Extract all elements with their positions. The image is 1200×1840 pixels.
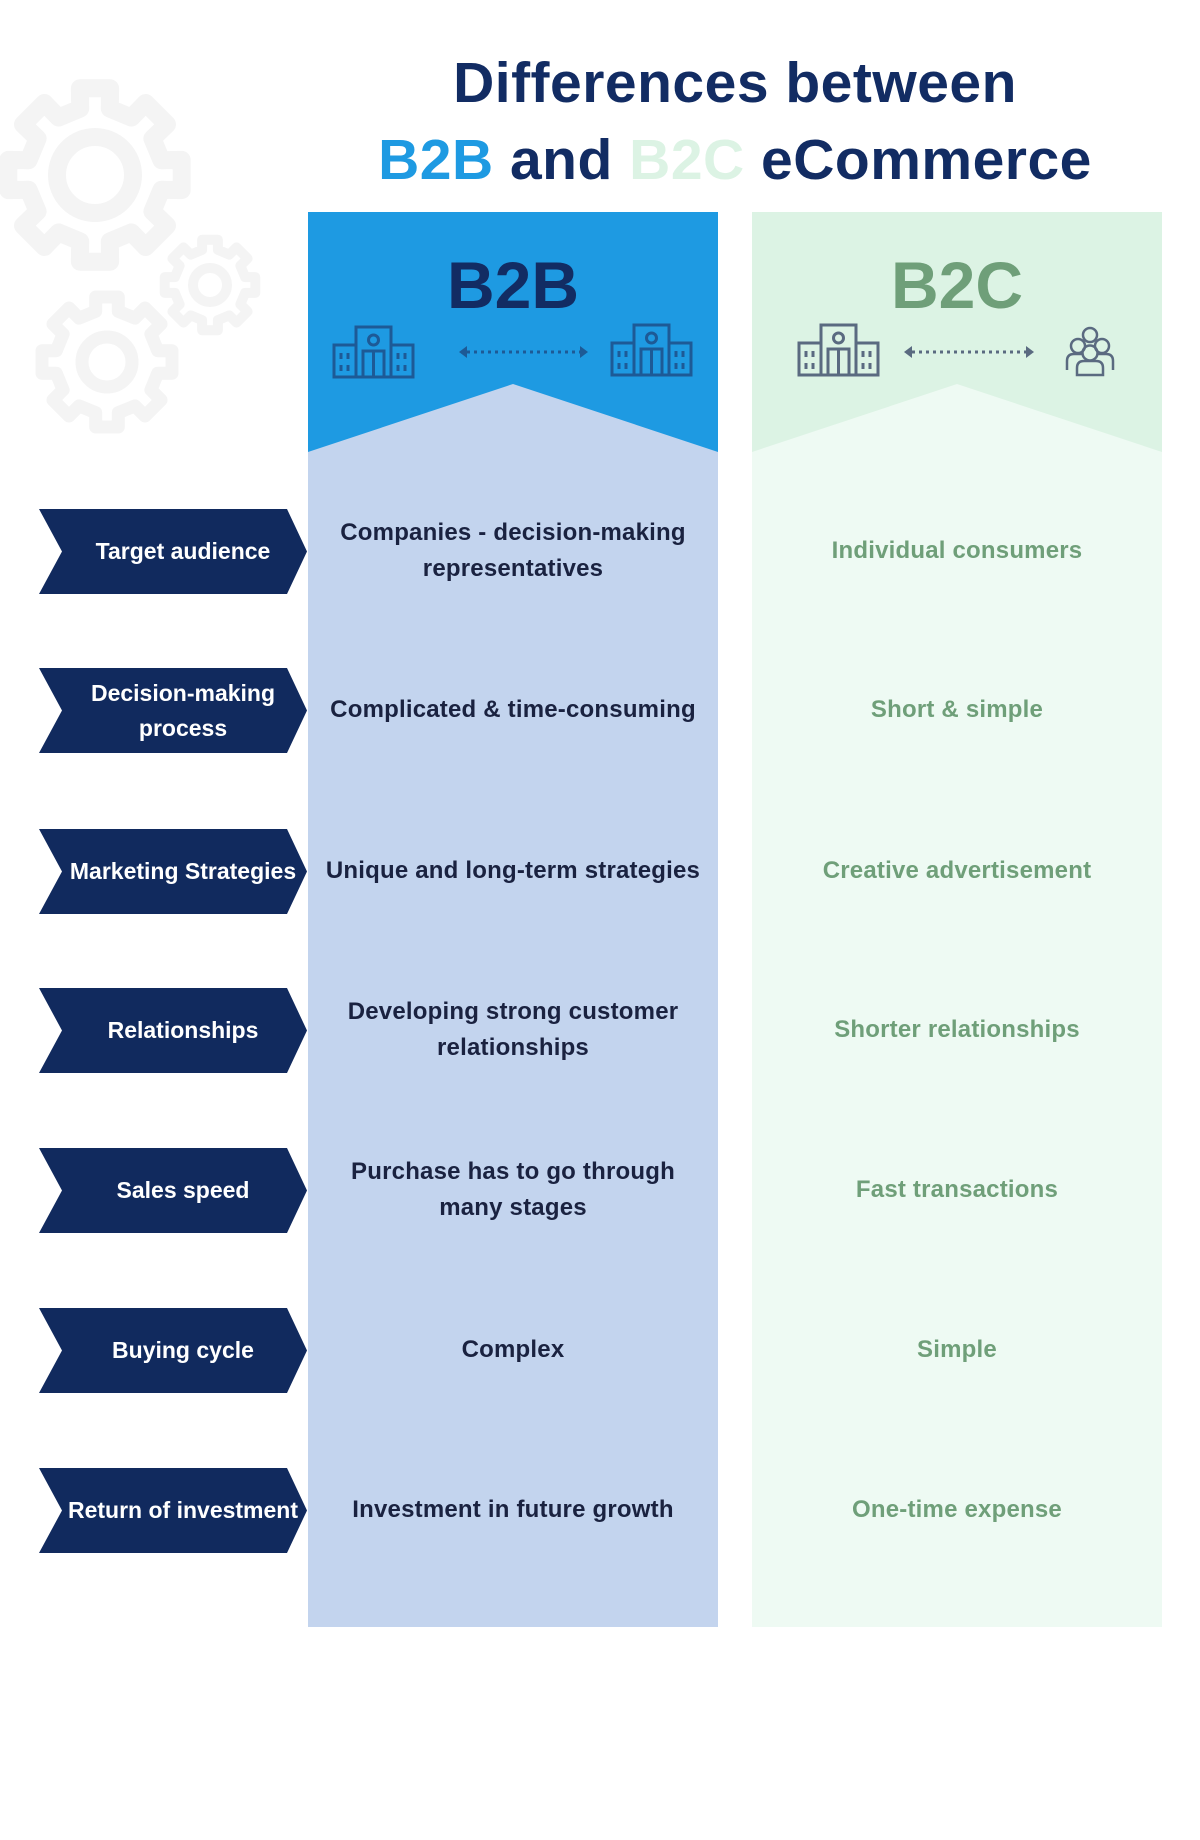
b2b-cell: Complicated & time-consuming [330, 696, 696, 723]
row-label-target-audience: Target audience [39, 509, 307, 594]
b2c-cell: Short & simple [870, 696, 1044, 723]
b2c-cell: Creative advertisement [822, 857, 1092, 884]
row-label-sales-speed: Sales speed [39, 1148, 307, 1233]
row-label-text: Target audience [95, 538, 271, 564]
b2b-cell: Companies - decision-making representati… [340, 519, 686, 582]
b2b-cell: Purchase has to go through many stages [351, 1158, 675, 1221]
gear-icon [0, 79, 191, 271]
title-and: and [509, 128, 613, 192]
row-label-decision-making: Decision-making process [39, 668, 307, 753]
b2c-cell: One-time expense [852, 1496, 1062, 1523]
b2b-column: B2B Companies - decision-making represen… [308, 212, 718, 1627]
gear-icon [159, 234, 261, 336]
row-label-text: Buying cycle [112, 1337, 254, 1363]
b2c-cell: Fast transactions [855, 1176, 1059, 1203]
b2c-cell: Individual consumers [831, 537, 1083, 564]
row-label-buying-cycle: Buying cycle [39, 1308, 307, 1393]
row-label-text: Return of investment [67, 1497, 299, 1523]
row-label-text: Sales speed [116, 1177, 250, 1203]
title-ecommerce: eCommerce [761, 128, 1092, 192]
gear-icon [35, 290, 179, 434]
row-label-text: Relationships [107, 1017, 259, 1043]
row-label-relationships: Relationships [39, 988, 307, 1073]
row-label-text: Marketing Strategies [69, 858, 297, 884]
gears-decoration [0, 79, 261, 434]
b2c-cell: Simple [917, 1336, 997, 1363]
row-label-roi: Return of investment [39, 1468, 307, 1553]
row-label-marketing: Marketing Strategies [39, 829, 307, 914]
page-title-line-1: Differences between [453, 51, 1017, 115]
title-b2c: B2C [629, 128, 745, 192]
b2b-cell: Developing strong customer relationships [347, 998, 679, 1061]
b2c-column-title: B2C [890, 248, 1024, 322]
b2b-cell: Complex [461, 1336, 565, 1363]
b2b-cell: Investment in future growth [352, 1496, 674, 1523]
b2b-column-title: B2B [446, 248, 580, 322]
title-b2b: B2B [378, 128, 494, 192]
b2c-cell: Shorter relationships [834, 1016, 1080, 1043]
row-label-text: Decision-making process [90, 679, 276, 741]
page-title-line-2: B2B and B2C eCommerce [370, 132, 1100, 189]
b2b-cell: Unique and long-term strategies [325, 857, 701, 884]
b2c-column: B2C Individual consumers Short & simple … [752, 212, 1162, 1627]
